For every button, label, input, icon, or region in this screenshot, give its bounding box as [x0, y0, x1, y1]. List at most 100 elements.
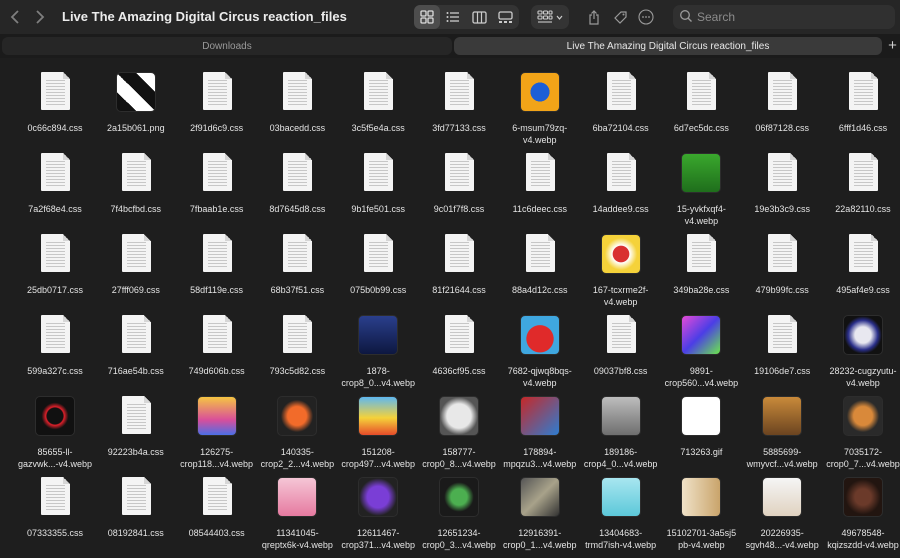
share-icon	[589, 9, 599, 25]
image-thumbnail	[600, 234, 641, 274]
forward-button[interactable]	[29, 6, 51, 28]
document-icon	[768, 72, 798, 110]
document-icon	[445, 153, 474, 191]
file-name: 599a327c.css	[27, 366, 83, 376]
file-name: 08192841.css	[107, 528, 164, 538]
file-name: 88a4d12c.css	[512, 285, 568, 295]
file-name: 09037bf8.css	[593, 366, 648, 376]
tag-button[interactable]	[607, 5, 633, 29]
file-name: 713263.gif	[680, 447, 723, 457]
document-icon	[41, 477, 70, 515]
file-name: 5885699- wmyvcf...v4.webp	[746, 447, 818, 469]
file-name: 81f21644.css	[432, 285, 486, 295]
file-name: 11c6deec.css	[512, 204, 567, 214]
back-button[interactable]	[4, 6, 26, 28]
document-icon	[202, 153, 232, 191]
search-input[interactable]	[697, 5, 887, 29]
search-field	[673, 5, 895, 29]
image-thumbnail	[843, 315, 883, 355]
file-name: 03bacedd.css	[269, 123, 326, 133]
file-name: 6d7ec5dc.css	[673, 123, 729, 133]
document-icon	[121, 396, 151, 434]
image-thumbnail	[519, 396, 560, 436]
document-icon	[687, 72, 717, 110]
document-icon	[283, 153, 313, 191]
file-name: 7f4bcfbd.css	[110, 204, 162, 214]
document-icon	[202, 477, 232, 515]
document-icon	[364, 234, 394, 272]
document-icon	[606, 72, 636, 110]
file-grid: 0c66c894.css 2a15b061.png 2f91d6c9.css 03ba…	[0, 66, 900, 558]
image-thumbnail	[762, 396, 803, 436]
document-icon	[41, 234, 70, 272]
file-name: 3fd77133.css	[432, 123, 486, 133]
document-icon	[768, 153, 798, 191]
file-name: 189186- crop4_0...v4.webp	[583, 447, 658, 469]
gallery-icon	[497, 10, 513, 23]
file-name: 6ba72104.css	[592, 123, 649, 133]
icon-view-button[interactable]	[414, 5, 440, 29]
file-name: 126275- crop118...v4.webp	[180, 447, 254, 469]
document-icon	[202, 72, 232, 110]
image-thumbnail	[843, 477, 883, 517]
tag-icon	[613, 10, 627, 24]
file-name: 12611467- crop371...v4.webp	[341, 528, 415, 550]
file-name: 15102701-3a5sj5 pb-v4.webp	[666, 528, 737, 550]
file-name: 178894- mpqzu3...v4.webp	[503, 447, 577, 469]
tab-current-folder[interactable]: Live The Amazing Digital Circus reaction…	[454, 37, 882, 55]
more-actions-button[interactable]	[633, 5, 659, 29]
file-name: 28232-cugzyutu- v4.webp	[829, 366, 897, 388]
document-icon	[202, 315, 232, 353]
file-name: 9891- crop560...v4.webp	[664, 366, 739, 388]
ellipsis-circle-icon	[638, 9, 654, 25]
new-tab-button[interactable]: +	[885, 37, 900, 55]
file-name: 2f91d6c9.css	[190, 123, 244, 133]
file-name: 85655-ll- gazvwk...-v4.webp	[17, 447, 93, 469]
file-name: 68b37f51.css	[270, 285, 325, 295]
image-thumbnail	[35, 396, 75, 436]
document-icon	[606, 315, 636, 353]
document-icon	[849, 153, 878, 191]
document-icon	[606, 153, 636, 191]
column-view-button[interactable]	[466, 5, 492, 29]
file-name: 6-msum79zq- v4.webp	[512, 123, 568, 145]
document-icon	[768, 315, 798, 353]
gallery-view-button[interactable]	[492, 5, 518, 29]
document-icon	[849, 234, 878, 272]
image-thumbnail	[439, 396, 479, 436]
file-name: 9c01f7f8.css	[433, 204, 485, 214]
file-name: 6fff1d46.css	[838, 123, 888, 133]
document-icon	[121, 234, 151, 272]
image-thumbnail	[358, 477, 399, 517]
file-name: 0c66c894.css	[27, 123, 83, 133]
file-name: 2a15b061.png	[107, 123, 165, 133]
image-thumbnail	[519, 72, 560, 112]
file-name: 15-yvkfxqf4- v4.webp	[676, 204, 726, 226]
file-name: 07333355.css	[26, 528, 84, 538]
file-name: 793c5d82.css	[269, 366, 326, 376]
file-name: 349ba28e.css	[673, 285, 730, 295]
file-name: 14addee9.css	[592, 204, 649, 214]
file-name: 58df119e.css	[190, 285, 244, 295]
file-name: 151208- crop497...v4.webp	[341, 447, 415, 469]
file-name: 12916391- crop0_1...v4.webp	[503, 528, 577, 550]
tab-downloads[interactable]: Downloads	[2, 37, 452, 55]
group-by-button[interactable]	[531, 5, 569, 29]
image-thumbnail	[519, 315, 560, 355]
document-icon	[121, 315, 151, 353]
file-name: 13404683- trmd7ish-v4.webp	[585, 528, 657, 550]
list-view-button[interactable]	[440, 5, 466, 29]
file-name: 12651234- crop0_3...v4.webp	[422, 528, 496, 550]
image-thumbnail	[681, 153, 722, 193]
document-icon	[687, 234, 717, 272]
file-name: 3c5f5e4a.css	[351, 123, 405, 133]
share-button[interactable]	[581, 5, 607, 29]
image-thumbnail	[519, 477, 560, 517]
image-thumbnail	[762, 477, 803, 517]
document-icon	[525, 234, 555, 272]
image-thumbnail	[358, 315, 399, 355]
file-name: 495af4e9.css	[836, 285, 890, 295]
view-mode-segmented-control	[414, 5, 519, 29]
file-name: 075b0b99.css	[350, 285, 407, 295]
document-icon	[283, 315, 313, 353]
